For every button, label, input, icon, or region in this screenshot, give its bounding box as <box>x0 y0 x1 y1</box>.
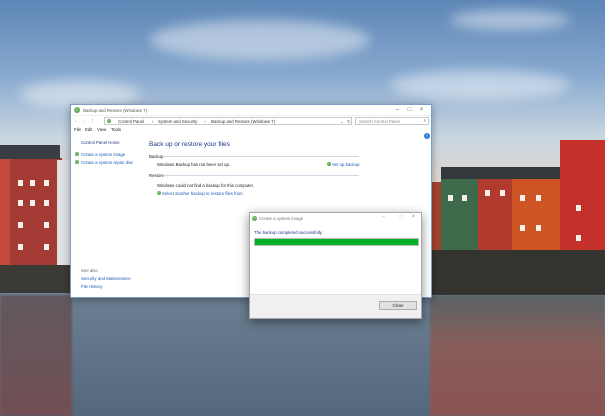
security-maintenance-link[interactable]: Security and Maintenance <box>81 276 131 281</box>
up-arrow-icon[interactable]: ↑ <box>91 118 94 124</box>
maximize-icon: □ <box>398 214 403 220</box>
restore-status: Windows could not find a backup for this… <box>157 183 254 188</box>
create-system-image-dialog: Create a system image – □ × The backup c… <box>249 212 422 319</box>
help-icon[interactable]: ? <box>424 133 430 139</box>
close-button[interactable]: Close <box>379 301 417 310</box>
dialog-title: Create a system image <box>259 216 304 221</box>
menu-bar: File Edit View Tools <box>71 125 431 133</box>
window-title: Backup and Restore (Windows 7) <box>83 107 148 113</box>
menu-tools[interactable]: Tools <box>111 127 121 132</box>
breadcrumb-backup-restore[interactable]: Backup and Restore (Windows 7) <box>211 119 275 124</box>
control-panel-home-link[interactable]: Control Panel Home <box>81 140 120 145</box>
select-another-backup-link[interactable]: Select another backup to restore files f… <box>162 191 243 196</box>
refresh-icon[interactable]: ↻ <box>347 119 351 125</box>
progress-fill <box>255 239 418 245</box>
close-icon[interactable]: × <box>416 106 427 114</box>
breadcrumb-system-security[interactable]: System and Security <box>158 119 197 124</box>
backup-heading: Backup <box>149 154 164 159</box>
address-bar-row: ← → ↑ Control Panel › System and Securit… <box>71 116 431 125</box>
create-system-image-link[interactable]: Create a system image <box>81 152 125 157</box>
shield-icon <box>157 191 161 196</box>
forward-arrow-icon[interactable]: → <box>82 118 87 124</box>
divider <box>163 156 359 157</box>
chevron-down-icon[interactable]: ⌄ <box>340 119 344 125</box>
backup-icon <box>327 162 331 167</box>
divider <box>163 175 359 176</box>
address-bar[interactable]: Control Panel › System and Security › Ba… <box>104 117 352 125</box>
restore-heading: Restore <box>149 173 165 178</box>
back-arrow-icon[interactable]: ← <box>74 118 79 124</box>
minimize-icon[interactable]: – <box>378 213 389 221</box>
progress-bar <box>254 238 419 246</box>
close-icon[interactable]: × <box>408 213 419 221</box>
title-bar[interactable]: Backup and Restore (Windows 7) – □ × <box>71 105 431 116</box>
menu-view[interactable]: View <box>97 127 106 132</box>
search-placeholder: Search Control Panel <box>359 118 400 124</box>
control-panel-icon <box>107 118 111 123</box>
minimize-icon[interactable]: – <box>392 106 403 114</box>
shield-icon <box>75 160 79 165</box>
breadcrumb-control-panel[interactable]: Control Panel <box>118 119 144 124</box>
dialog-footer: Close <box>250 294 421 318</box>
app-icon <box>252 216 257 221</box>
app-icon <box>74 107 80 113</box>
page-title: Back up or restore your files <box>149 141 230 148</box>
dialog-message: The backup completed successfully. <box>254 230 323 235</box>
search-icon[interactable]: ⌕ <box>424 118 426 123</box>
menu-file[interactable]: File <box>74 127 81 132</box>
create-repair-disc-link[interactable]: Create a system repair disc <box>81 160 133 165</box>
backup-status: Windows Backup has not been set up. <box>157 162 231 167</box>
see-also-heading: See also <box>81 268 98 273</box>
maximize-icon[interactable]: □ <box>404 106 415 114</box>
file-history-link[interactable]: File History <box>81 284 103 289</box>
shield-icon <box>75 152 79 157</box>
menu-edit[interactable]: Edit <box>85 127 92 132</box>
breadcrumb-separator: › <box>152 118 154 124</box>
breadcrumb-separator: › <box>204 118 206 124</box>
set-up-backup-link[interactable]: Set up backup <box>332 162 359 167</box>
search-input[interactable]: Search Control Panel ⌕ <box>355 117 429 125</box>
